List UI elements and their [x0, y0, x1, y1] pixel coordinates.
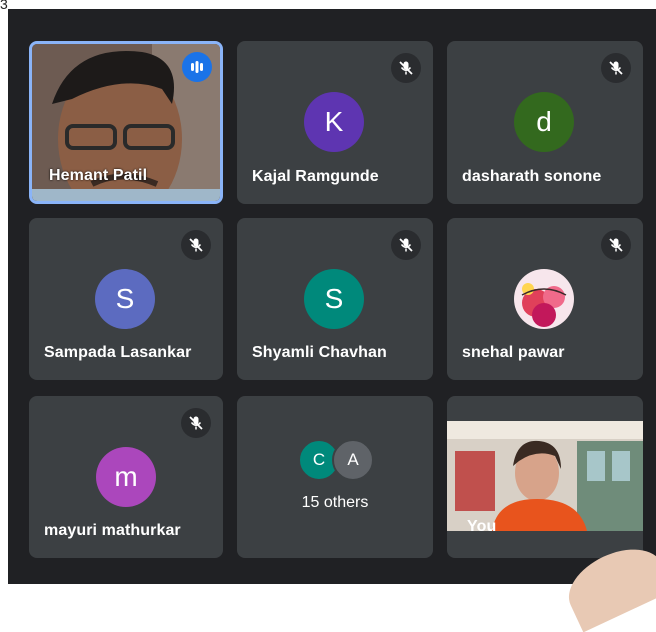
- corner-fragment-text: 3: [0, 0, 8, 12]
- photo-avatar: [514, 269, 574, 329]
- mic-off-icon: [181, 408, 211, 438]
- avatar: K: [304, 92, 364, 152]
- participant-name: mayuri mathurkar: [44, 522, 181, 539]
- participant-tile-mayuri-mathurkar[interactable]: m mayuri mathurkar: [29, 396, 223, 558]
- others-count-label: 15 others: [301, 494, 369, 511]
- participant-tile-snehal-pawar[interactable]: snehal pawar: [447, 218, 643, 380]
- self-video-feed: [447, 421, 643, 531]
- avatar: m: [96, 447, 156, 507]
- participant-name: snehal pawar: [462, 344, 565, 361]
- mic-off-icon: [601, 53, 631, 83]
- mic-off-icon: [181, 230, 211, 260]
- participant-name: Kajal Ramgunde: [252, 168, 379, 185]
- avatar: A: [332, 439, 374, 481]
- meeting-grid: Hemant Patil K Kajal Ramgunde d dasharat…: [8, 9, 656, 632]
- mic-off-icon: [391, 230, 421, 260]
- participant-name: dasharath sonone: [462, 168, 602, 185]
- participant-tile-kajal-ramgunde[interactable]: K Kajal Ramgunde: [237, 41, 433, 204]
- participant-name: Shyamli Chavhan: [252, 344, 387, 361]
- avatar: S: [304, 269, 364, 329]
- audio-level-icon: [182, 52, 212, 82]
- avatar: d: [514, 92, 574, 152]
- participant-name: Hemant Patil: [49, 167, 148, 184]
- participant-tile-hemant-patil[interactable]: Hemant Patil: [29, 41, 223, 204]
- avatar: S: [95, 269, 155, 329]
- self-label: You: [467, 518, 497, 535]
- participant-tile-shyamli-chavhan[interactable]: S Shyamli Chavhan: [237, 218, 433, 380]
- mic-off-icon: [391, 53, 421, 83]
- participant-tile-dasharath-sonone[interactable]: d dasharath sonone: [447, 41, 643, 204]
- participant-tile-sampada-lasankar[interactable]: S Sampada Lasankar: [29, 218, 223, 380]
- others-tile[interactable]: C A 15 others: [237, 396, 433, 558]
- participant-name: Sampada Lasankar: [44, 344, 192, 361]
- mic-off-icon: [601, 230, 631, 260]
- self-view-tile[interactable]: You: [447, 396, 643, 558]
